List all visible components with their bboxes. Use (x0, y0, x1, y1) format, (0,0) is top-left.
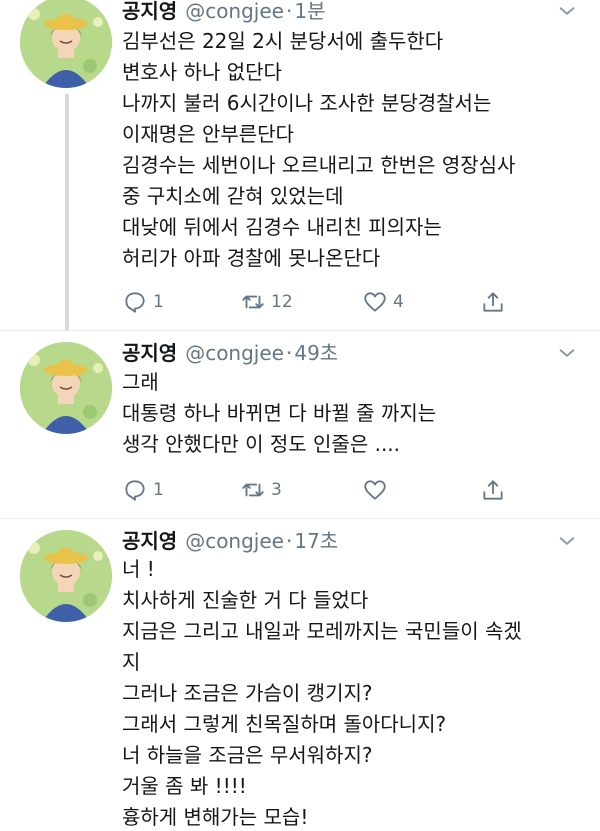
separator-dot: · (285, 0, 293, 23)
tweet-thread: 공지영 @congjee · 1분 김부선은 22일 2시 분당서에 출두한다 … (0, 0, 600, 831)
tweet-text-line: 그래서 그렇게 친목질하며 돌아다니지? (122, 712, 447, 736)
chevron-down-icon[interactable] (556, 342, 578, 364)
tweet-text-line: 허리가 아파 경찰에 못나온단다 (122, 246, 381, 270)
tweet-1[interactable]: 공지영 @congjee · 1분 김부선은 22일 2시 분당서에 출두한다 … (0, 0, 600, 330)
like-button[interactable]: 4 (362, 287, 404, 317)
tweet-text-line: 그래 (122, 370, 159, 394)
tweet-text-line: 지 (122, 650, 141, 674)
user-handle[interactable]: @congjee (185, 0, 284, 26)
timestamp[interactable]: 49초 (294, 338, 338, 368)
chevron-down-icon[interactable] (556, 0, 578, 22)
separator-dot: · (285, 529, 293, 553)
retweet-button[interactable]: 12 (240, 287, 293, 317)
tweet-text-line: 흉하게 변해가는 모습! (122, 805, 309, 829)
reply-button[interactable]: 1 (122, 475, 164, 505)
tweet-text-line: 거울 좀 봐 !!!! (122, 774, 247, 798)
avatar-illustration-icon (20, 0, 112, 88)
like-button[interactable] (362, 475, 388, 505)
tweet-header: 공지영 @congjee · 1분 (122, 0, 580, 26)
tweet-text-line: 그러나 조금은 가슴이 캥기지? (122, 681, 373, 705)
tweet-actions: 1 3 (122, 475, 522, 505)
like-count: 4 (393, 292, 404, 312)
retweet-button[interactable]: 3 (240, 475, 282, 505)
tweet-header: 공지영 @congjee · 17초 (122, 526, 580, 556)
share-upload-icon (483, 480, 503, 500)
share-upload-icon (483, 292, 503, 312)
timestamp[interactable]: 1분 (294, 0, 325, 26)
tweet-text-line: 중 구치소에 갇혀 있었는데 (122, 184, 344, 208)
reply-count: 1 (153, 292, 164, 312)
tweet-text-line: 생각 안했다만 이 정도 인줄은 .... (122, 432, 401, 456)
user-handle[interactable]: @congjee (185, 338, 284, 368)
tweet-text-line: 대통령 하나 바뀌면 다 바뀔 줄 까지는 (122, 401, 437, 425)
timestamp[interactable]: 17초 (294, 526, 338, 556)
display-name[interactable]: 공지영 (122, 526, 177, 556)
heart-outline-icon (364, 292, 386, 312)
reply-count: 1 (153, 480, 164, 500)
tweet-text-line: 지금은 그리고 내일과 모레까지는 국민들이 속겠 (122, 619, 522, 643)
reply-button[interactable]: 1 (122, 287, 164, 317)
tweet-text-line: 대낮에 뒤에서 김경수 내리친 피의자는 (122, 215, 442, 239)
tweet-3[interactable]: 공지영 @congjee · 17초 너 ! 치사하게 진술한 거 다 들었다 … (0, 518, 600, 831)
avatar-illustration-icon (20, 342, 112, 434)
retweet-arrows-icon (242, 295, 264, 309)
tweet-text-line: 김경수는 세번이나 오르내리고 한번은 영장심사 (122, 153, 516, 177)
tweet-text-line: 나까지 불러 6시간이나 조사한 분당경찰서는 (122, 91, 492, 115)
retweet-count: 12 (271, 292, 293, 312)
avatar[interactable] (20, 530, 112, 622)
retweet-arrows-icon (242, 483, 264, 497)
tweet-text-line: 이재명은 안부른단다 (122, 122, 294, 146)
tweet-text: 너 ! 치사하게 진술한 거 다 들었다 지금은 그리고 내일과 모레까지는 국… (122, 554, 582, 831)
avatar[interactable] (20, 0, 112, 88)
tweet-header: 공지영 @congjee · 49초 (122, 338, 580, 368)
tweet-text-line: 김부선은 22일 2시 분당서에 출두한다 (122, 29, 444, 53)
tweet-text-line: 너 하늘을 조금은 무서워하지? (122, 743, 373, 767)
separator-dot: · (285, 341, 293, 365)
tweet-text: 그래 대통령 하나 바뀌면 다 바뀔 줄 까지는 생각 안했다만 이 정도 인줄… (122, 367, 582, 460)
tweet-text: 김부선은 22일 2시 분당서에 출두한다 변호사 하나 없단다 나까지 불러 … (122, 26, 582, 274)
tweet-text-line: 치사하게 진술한 거 다 들었다 (122, 588, 369, 612)
display-name[interactable]: 공지영 (122, 338, 177, 368)
share-button[interactable] (480, 475, 506, 505)
avatar-illustration-icon (20, 530, 112, 622)
display-name[interactable]: 공지영 (122, 0, 177, 26)
share-button[interactable] (480, 287, 506, 317)
speech-bubble-icon (125, 480, 145, 501)
tweet-text-line: 너 ! (122, 557, 155, 581)
tweet-text-line: 변호사 하나 없단다 (122, 60, 282, 84)
speech-bubble-icon (125, 292, 145, 313)
tweet-actions: 1 12 4 (122, 287, 522, 317)
user-handle[interactable]: @congjee (185, 526, 284, 556)
heart-outline-icon (364, 480, 386, 500)
retweet-count: 3 (271, 480, 282, 500)
tweet-2[interactable]: 공지영 @congjee · 49초 그래 대통령 하나 바뀌면 다 바뀔 줄 … (0, 330, 600, 518)
avatar[interactable] (20, 342, 112, 434)
chevron-down-icon[interactable] (556, 530, 578, 552)
